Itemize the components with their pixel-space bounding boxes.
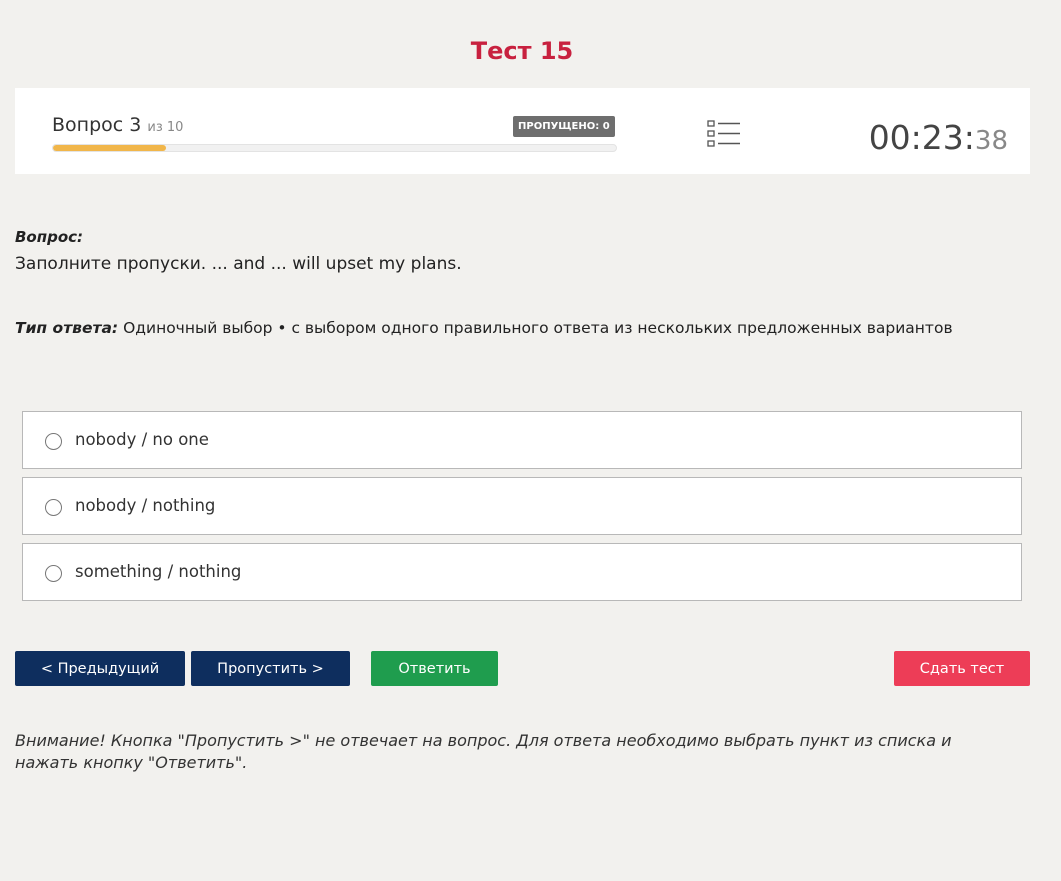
page-title: Тест 15: [470, 37, 574, 65]
timer-main: 00:23:: [868, 118, 975, 157]
answer-option-label: nobody / nothing: [75, 496, 216, 515]
radio-button[interactable]: [45, 499, 62, 516]
timer: 00:23:38: [869, 118, 1008, 161]
question-list-icon[interactable]: [707, 119, 741, 149]
radio-button[interactable]: [45, 565, 62, 582]
answer-option[interactable]: something / nothing: [22, 543, 1022, 601]
question-label: Вопрос:: [15, 228, 84, 246]
radio-button[interactable]: [45, 433, 62, 450]
submit-test-button[interactable]: Сдать тест: [894, 651, 1030, 686]
answer-option[interactable]: nobody / no one: [22, 411, 1022, 469]
answer-button[interactable]: Ответить: [371, 651, 498, 686]
skip-button[interactable]: Пропустить >: [191, 651, 350, 686]
question-text: Заполните пропуски. ... and ... will ups…: [15, 254, 462, 274]
question-number: Вопрос 3: [52, 114, 142, 136]
answer-option[interactable]: nobody / nothing: [22, 477, 1022, 535]
skipped-badge: ПРОПУЩЕНО: 0: [513, 116, 615, 137]
answer-option-label: nobody / no one: [75, 430, 209, 449]
progress-bar: [52, 144, 617, 152]
answer-type: Тип ответа: Одиночный выбор • с выбором …: [15, 319, 953, 337]
answer-type-text: Одиночный выбор • с выбором одного прави…: [123, 319, 953, 337]
question-total: из 10: [147, 120, 184, 135]
skip-notice: Внимание! Кнопка "Пропустить >" не отвеч…: [15, 731, 952, 772]
previous-button[interactable]: < Предыдущий: [15, 651, 185, 686]
question-counter: Вопрос 3 из 10: [52, 114, 183, 136]
progress-bar-fill: [53, 145, 166, 151]
answer-option-label: something / nothing: [75, 562, 242, 581]
answer-type-label: Тип ответа:: [15, 319, 119, 337]
test-status-panel: Вопрос 3 из 10 ПРОПУЩЕНО: 0 00:23:38: [15, 88, 1030, 174]
timer-seconds: 38: [974, 126, 1008, 156]
